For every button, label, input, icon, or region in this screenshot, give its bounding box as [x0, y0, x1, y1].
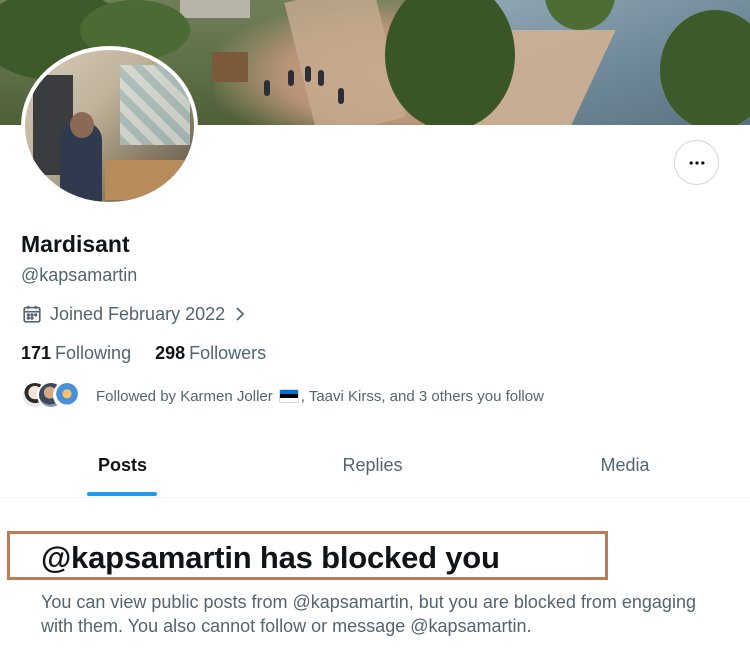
estonia-flag-icon [278, 388, 299, 403]
following-link[interactable]: 171 Following [21, 343, 131, 364]
followed-by-text: Followed by Karmen Joller, Taavi Kirss, … [96, 387, 544, 405]
profile-handle: @kapsamartin [21, 265, 138, 285]
follow-counts: 171 Following 298 Followers [21, 343, 290, 364]
follower-avatars [21, 380, 81, 412]
followers-label: Followers [189, 343, 267, 363]
blocked-title: @kapsamartin has blocked you [41, 540, 500, 575]
following-label: Following [55, 343, 132, 363]
joined-text: Joined February 2022 [50, 303, 226, 324]
followers-count: 298 [155, 343, 186, 363]
display-name: Mardisant [21, 231, 130, 257]
following-count: 171 [21, 343, 52, 363]
profile-tabs: Posts Replies Media [0, 432, 750, 498]
calendar-icon [23, 305, 41, 323]
profile-avatar[interactable] [21, 46, 198, 206]
joined-date-row[interactable]: Joined February 2022 [21, 303, 249, 325]
followers-link[interactable]: 298 Followers [155, 343, 266, 364]
blocked-message: You can view public posts from @kapsamar… [41, 592, 696, 636]
more-horizontal-icon [689, 160, 704, 165]
follower-avatar [53, 381, 81, 409]
more-options-button[interactable] [674, 140, 719, 185]
tab-posts[interactable]: Posts [0, 432, 245, 498]
tab-replies[interactable]: Replies [250, 432, 495, 498]
tab-media[interactable]: Media [500, 432, 750, 498]
followed-by-row[interactable]: Followed by Karmen Joller, Taavi Kirss, … [21, 380, 544, 412]
chevron-right-icon [236, 307, 245, 321]
active-tab-indicator [87, 492, 157, 496]
